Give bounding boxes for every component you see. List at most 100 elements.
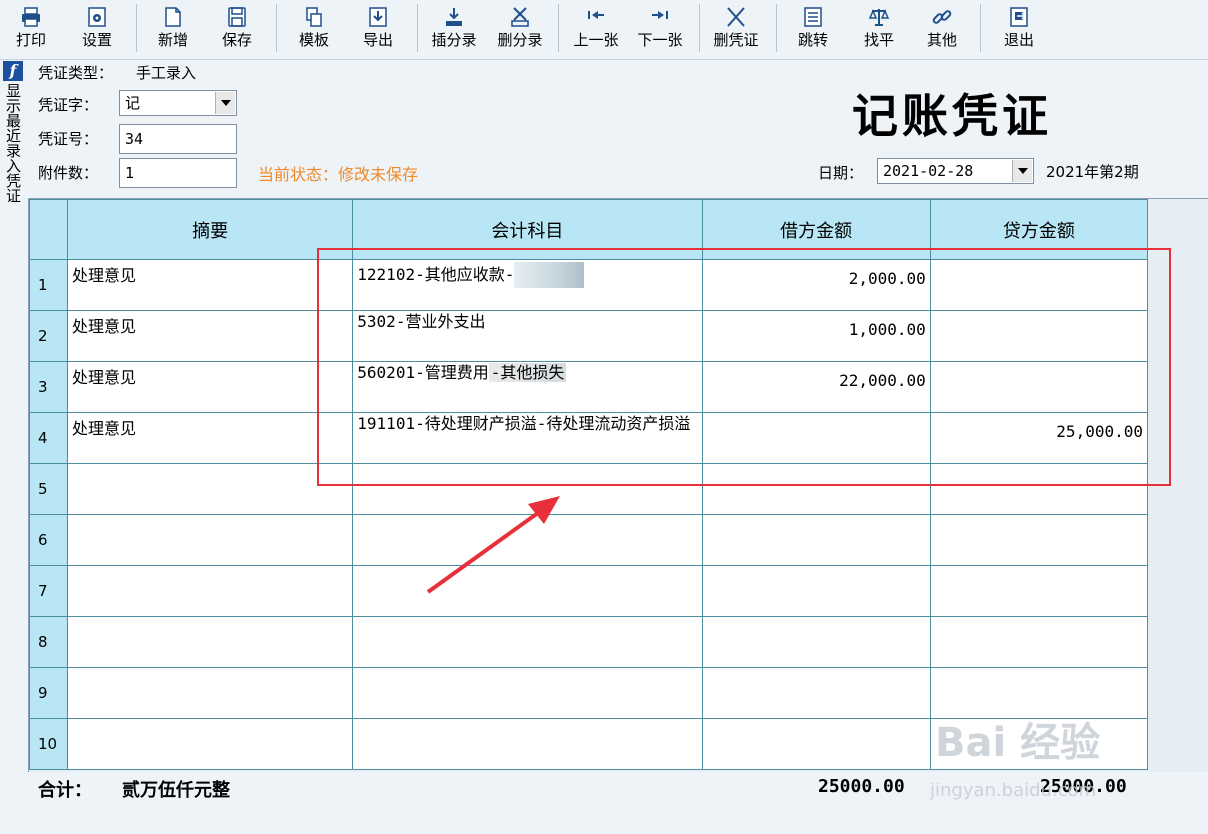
column-header-credit[interactable]: 贷方金额 — [929, 199, 1149, 260]
voucher-type-value: 手工录入 — [136, 64, 197, 82]
credit-cell[interactable] — [929, 565, 1149, 617]
account-cell[interactable] — [352, 718, 703, 770]
summary-cell[interactable] — [67, 514, 354, 566]
template-label: 模板 — [298, 31, 329, 49]
row-number: 5 — [28, 463, 69, 515]
totals-in-words: 贰万伍仟元整 — [122, 780, 230, 801]
account-cell[interactable] — [352, 463, 703, 515]
insert-row-icon — [442, 4, 466, 30]
credit-cell[interactable] — [929, 463, 1149, 515]
account-cell[interactable]: 560201-管理费用 -其他损失 — [352, 361, 703, 413]
account-suffix: -其他损失 — [488, 363, 567, 382]
jump-button[interactable]: 跳转 — [794, 2, 832, 56]
voucher-word-select[interactable]: 记 — [119, 90, 237, 116]
row-number: 4 — [28, 412, 69, 464]
recent-vouchers-tab[interactable]: f 显示最近录入凭证 — [0, 61, 24, 241]
delete-row-icon — [508, 4, 532, 30]
account-cell[interactable]: 122102-其他应收款- — [352, 259, 703, 311]
template-button[interactable]: 模板 — [295, 2, 333, 56]
summary-cell[interactable] — [67, 463, 354, 515]
summary-cell[interactable]: 处理意见 — [67, 310, 354, 362]
summary-cell[interactable] — [67, 565, 354, 617]
voucher-no-field[interactable]: 34 — [119, 124, 237, 154]
status-text: 当前状态：修改未保存 — [258, 165, 419, 184]
exit-icon — [1007, 4, 1031, 30]
table-row: 4 处理意见 191101-待处理财产损溢-待处理流动资产损溢 25,000.0… — [28, 412, 1149, 464]
account-cell[interactable] — [352, 667, 703, 719]
row-number: 1 — [28, 259, 69, 311]
export-button[interactable]: 导出 — [359, 2, 397, 56]
debit-amount: 22,000.00 — [839, 371, 926, 390]
period-label: 2021年第2期 — [1046, 163, 1139, 181]
arrow-last-icon — [648, 4, 672, 30]
summary-cell[interactable]: 处理意见 — [67, 259, 354, 311]
delete-icon — [724, 4, 748, 30]
entries-table: 摘要 会计科目 借方金额 贷方金额 1 处理意见 122102-其他应收款- 2… — [28, 199, 1149, 770]
other-button[interactable]: 其他 — [923, 2, 961, 56]
debit-cell[interactable]: 1,000.00 — [701, 310, 931, 362]
jump-icon — [801, 4, 825, 30]
totals-label: 合计： — [38, 780, 92, 801]
balance-button[interactable]: 找平 — [860, 2, 898, 56]
debit-cell[interactable] — [701, 514, 931, 566]
insert-entry-button[interactable]: 插分录 — [426, 2, 482, 56]
account-text: 560201-管理费用 — [357, 363, 489, 382]
credit-cell[interactable]: 25,000.00 — [929, 412, 1149, 464]
credit-cell[interactable] — [929, 310, 1149, 362]
debit-cell[interactable]: 2,000.00 — [701, 259, 931, 311]
summary-cell[interactable] — [67, 667, 354, 719]
credit-cell[interactable] — [929, 616, 1149, 668]
toolbar-separator — [776, 4, 777, 52]
debit-cell[interactable] — [701, 667, 931, 719]
chevron-down-icon[interactable] — [215, 92, 235, 114]
voucher-no-label: 凭证号： — [38, 130, 99, 148]
toolbar: 打印 设置 新增 保存 模板 导出 插分录 删分录 上一张 下一张 删凭证 跳转… — [0, 0, 1208, 60]
balance-label: 找平 — [863, 31, 894, 49]
column-header-summary[interactable]: 摘要 — [67, 199, 354, 260]
settings-button[interactable]: 设置 — [78, 2, 116, 56]
column-header-account[interactable]: 会计科目 — [352, 199, 703, 260]
new-label: 新增 — [157, 31, 188, 49]
summary-cell[interactable]: 处理意见 — [67, 412, 354, 464]
voucher-grid: 摘要 会计科目 借方金额 贷方金额 1 处理意见 122102-其他应收款- 2… — [28, 198, 1208, 772]
debit-cell[interactable] — [701, 565, 931, 617]
account-cell[interactable] — [352, 514, 703, 566]
chevron-down-icon[interactable] — [1012, 160, 1032, 182]
new-document-icon — [161, 4, 185, 30]
account-cell[interactable] — [352, 616, 703, 668]
export-label: 导出 — [362, 31, 393, 49]
summary-cell[interactable] — [67, 616, 354, 668]
credit-cell[interactable] — [929, 514, 1149, 566]
next-label: 下一张 — [637, 31, 683, 49]
table-row: 8 — [28, 616, 1149, 668]
credit-cell[interactable] — [929, 259, 1149, 311]
recent-vouchers-label: 显示最近录入凭证 — [4, 83, 22, 203]
account-cell[interactable] — [352, 565, 703, 617]
summary-cell[interactable] — [67, 718, 354, 770]
debit-cell[interactable] — [701, 718, 931, 770]
delete-voucher-button[interactable]: 删凭证 — [708, 2, 764, 56]
summary-cell[interactable]: 处理意见 — [67, 361, 354, 413]
date-picker[interactable]: 2021-02-28 — [877, 158, 1034, 184]
column-header-debit[interactable]: 借方金额 — [701, 199, 931, 260]
new-button[interactable]: 新增 — [154, 2, 192, 56]
print-button[interactable]: 打印 — [12, 2, 50, 56]
credit-cell[interactable] — [929, 361, 1149, 413]
account-cell[interactable]: 191101-待处理财产损溢-待处理流动资产损溢 — [352, 412, 703, 464]
attachments-label: 附件数： — [38, 164, 99, 182]
next-button[interactable]: 下一张 — [633, 2, 687, 56]
save-button[interactable]: 保存 — [218, 2, 256, 56]
exit-button[interactable]: 退出 — [1000, 2, 1038, 56]
row-number: 7 — [28, 565, 69, 617]
debit-cell[interactable]: 22,000.00 — [701, 361, 931, 413]
toolbar-separator — [558, 4, 559, 52]
debit-cell[interactable] — [701, 412, 931, 464]
toolbar-separator — [136, 4, 137, 52]
attachments-field[interactable]: 1 — [119, 158, 237, 188]
other-label: 其他 — [926, 31, 957, 49]
account-cell[interactable]: 5302-营业外支出 — [352, 310, 703, 362]
prev-button[interactable]: 上一张 — [569, 2, 623, 56]
delete-entry-button[interactable]: 删分录 — [492, 2, 548, 56]
debit-cell[interactable] — [701, 616, 931, 668]
debit-cell[interactable] — [701, 463, 931, 515]
